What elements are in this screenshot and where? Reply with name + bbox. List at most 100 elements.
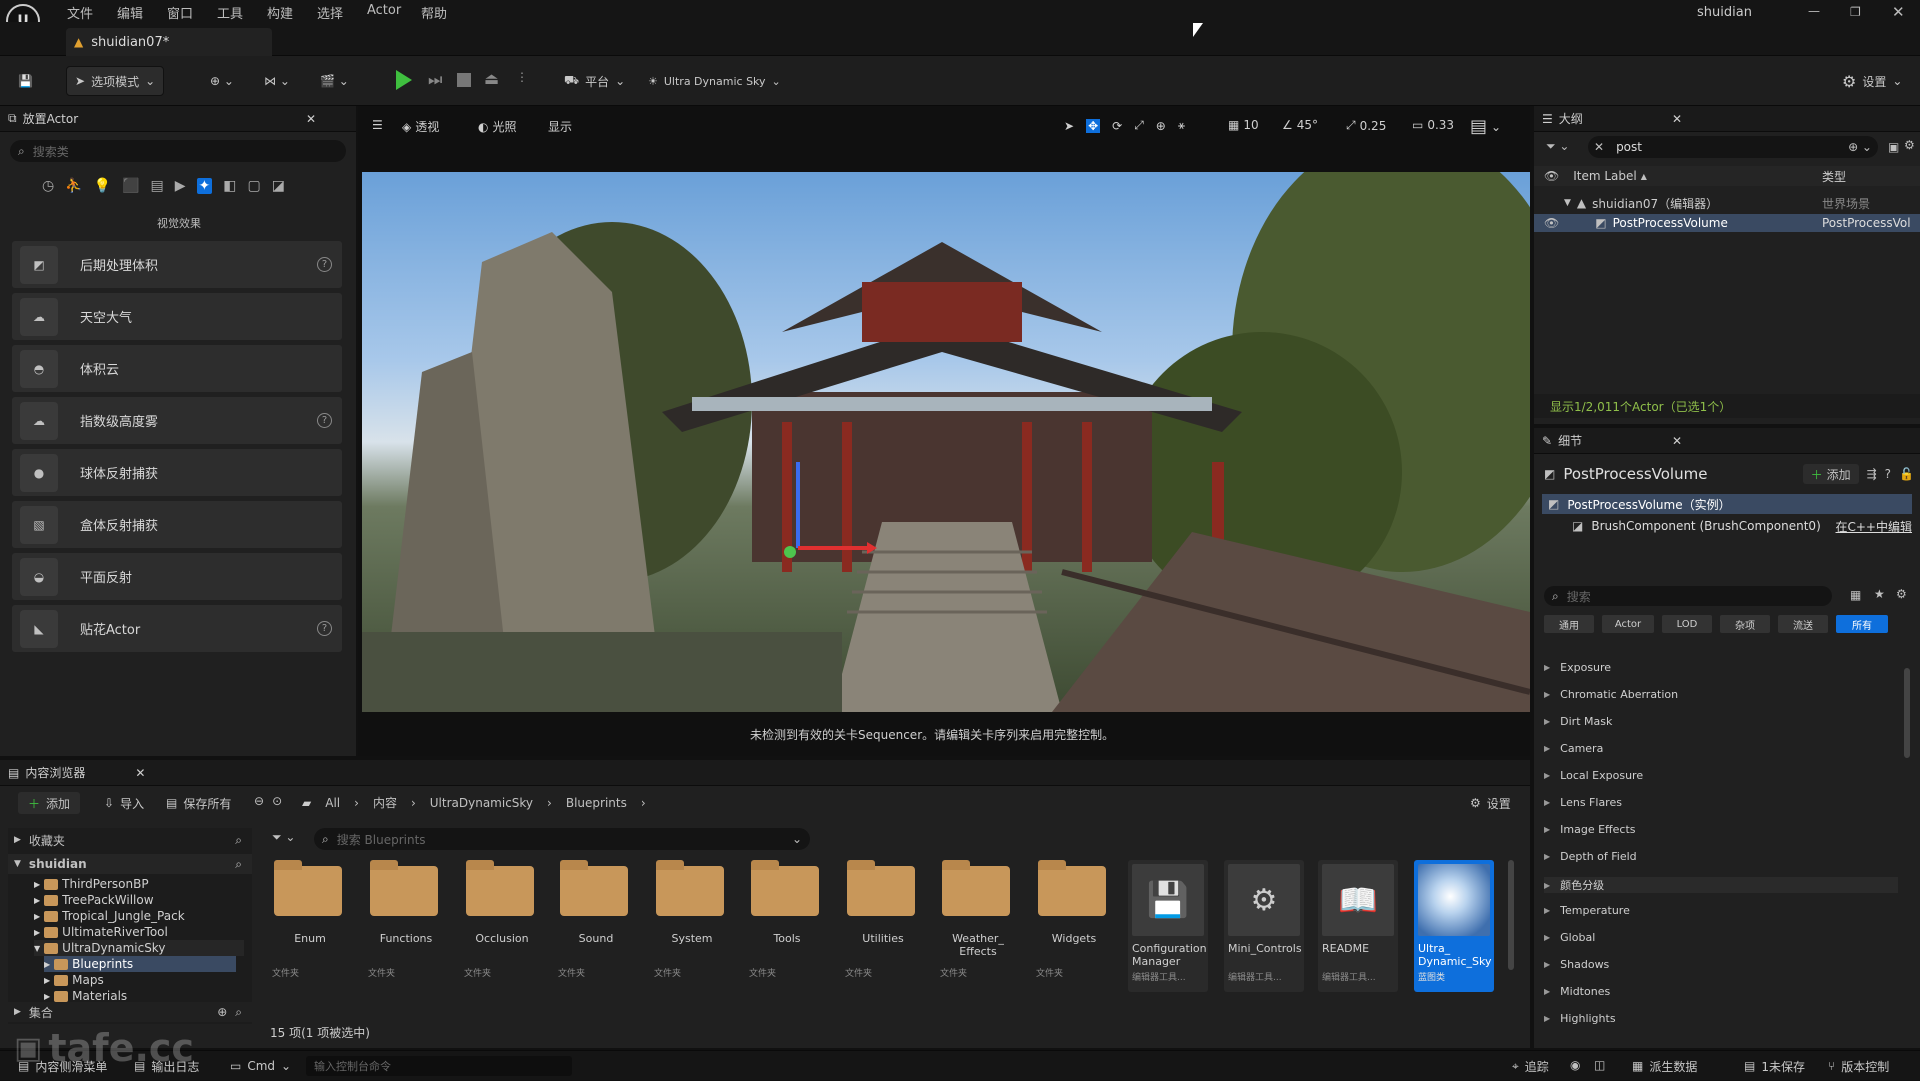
add-content-button[interactable]: ⊕ ⌄ (202, 66, 242, 96)
menu-help[interactable]: 帮助 (421, 3, 447, 22)
unsaved-button[interactable]: ▤ 1未保存 (1736, 1051, 1813, 1081)
category-local-exposure[interactable]: Local Exposure (1544, 769, 1643, 782)
asset-readme[interactable]: 📖 README 编辑器工具... (1318, 860, 1398, 992)
category-camera[interactable]: Camera (1544, 742, 1603, 755)
cmd-button[interactable]: ▭ Cmd ⌄ (222, 1051, 299, 1081)
outliner-search-input[interactable]: ✕ post ⊕ ⌄ (1588, 136, 1878, 158)
cinematics-button[interactable]: 🎬 ⌄ (312, 66, 357, 96)
recent-icon[interactable]: ◷ (42, 178, 54, 194)
version-control-button[interactable]: ⑂ 版本控制 (1820, 1051, 1897, 1081)
search-icon[interactable]: ⌕ (235, 833, 242, 848)
lights-icon[interactable]: 💡 (94, 178, 111, 194)
camera-speed-button[interactable]: ▭ 0.33 (1412, 118, 1454, 132)
details-scrollbar[interactable] (1904, 668, 1910, 758)
asset-configuration-manager[interactable]: 💾 Configuration_ Manager 编辑器工具... (1128, 860, 1208, 992)
cb-settings-button[interactable]: ⚙ 设置 (1462, 788, 1519, 818)
shapes-icon[interactable]: ⬛ (122, 178, 139, 194)
viewport-menu-icon[interactable]: ☰ (372, 118, 383, 132)
camera-capture-icon[interactable]: ◫ (1594, 1058, 1605, 1072)
close-icon[interactable]: ✕ (1892, 3, 1905, 21)
more-options-icon[interactable]: ⋮ (516, 70, 528, 84)
mode-select-button[interactable]: ➤ 选项模式 ⌄ (66, 66, 165, 96)
help-icon[interactable]: ? (317, 621, 332, 636)
restore-icon[interactable]: ❐ (1850, 5, 1861, 19)
root-row[interactable]: ▼ shuidian ⌕ (8, 854, 252, 874)
filter-tab-general[interactable]: 通用 (1544, 615, 1594, 633)
filter-tab-streaming[interactable]: 流送 (1778, 615, 1828, 633)
folder-occlusion[interactable]: Occlusion 文件夹 (456, 860, 548, 985)
viewport[interactable]: ☰ ◈ 透视 ◐ 光照 显示 ➤ ✥ ⟳ ⤢ ⊕ ⚹ ▦ 10 ∠ 45° ⤢ 0.25 … (358, 106, 1530, 756)
record-icon[interactable]: ◉ (1570, 1058, 1580, 1072)
media-icon[interactable]: ▶ (175, 178, 186, 194)
details-search-input[interactable]: ⌕ 搜索 (1544, 586, 1832, 606)
folder-tools[interactable]: Tools 文件夹 (741, 860, 833, 985)
asset-ultra-dynamic-sky[interactable]: Ultra_ Dynamic_Sky 蓝图类 (1414, 860, 1494, 992)
new-folder-icon[interactable]: ▣ (1888, 140, 1899, 154)
breadcrumb-ultradynamicsky[interactable]: UltraDynamicSky (430, 796, 533, 810)
category-global[interactable]: Global (1544, 931, 1595, 944)
show-button[interactable]: 显示 (548, 118, 572, 135)
menu-build[interactable]: 构建 (267, 3, 293, 22)
search-icon[interactable]: ⌕ (235, 857, 242, 872)
eject-icon[interactable]: ⏏ (484, 69, 499, 88)
settings-button[interactable]: ⚙ 设置 ⌄ (1834, 66, 1910, 96)
menu-tools[interactable]: 工具 (217, 3, 243, 22)
folder-system[interactable]: System 文件夹 (646, 860, 738, 985)
details-settings-icon[interactable]: ⚙ (1896, 587, 1907, 601)
help-icon[interactable]: ? (1885, 467, 1891, 481)
world-space-icon[interactable]: ⊕ (1156, 119, 1166, 133)
console-input[interactable]: 输入控制台命令 (306, 1056, 572, 1076)
save-icon[interactable]: 💾 (10, 66, 41, 96)
tree-maps[interactable]: ▶ Maps (44, 972, 104, 988)
derived-data-button[interactable]: ▦ 派生数据 (1624, 1051, 1705, 1081)
lighting-button[interactable]: ◐ 光照 (478, 118, 517, 135)
menu-select[interactable]: 选择 (317, 3, 343, 22)
lock-icon[interactable]: 🔓 (1899, 467, 1914, 481)
asset-mini-controls[interactable]: ⚙ Mini_Controls 编辑器工具... (1224, 860, 1304, 992)
component-brush-row[interactable]: ◪ BrushComponent (BrushComponent0) 在C++中… (1542, 516, 1912, 536)
actor-item-planar-reflection[interactable]: ◒ 平面反射 (12, 553, 342, 600)
asset-scrollbar[interactable] (1508, 860, 1514, 970)
scale-tool-icon[interactable]: ⤢ (1134, 118, 1144, 133)
category-temperature[interactable]: Temperature (1544, 904, 1630, 917)
outliner-settings-icon[interactable]: ⚙ (1904, 138, 1915, 152)
folder-enum[interactable]: Enum 文件夹 (264, 860, 356, 985)
geometry-icon[interactable]: ◧ (223, 178, 236, 194)
category-chromatic-aberration[interactable]: Chromatic Aberration (1544, 688, 1678, 701)
menu-file[interactable]: 文件 (67, 3, 93, 22)
volumes-icon[interactable]: ▢ (248, 178, 261, 194)
platform-button[interactable]: ⛟ 平台 ⌄ (556, 66, 633, 96)
close-icon[interactable]: ✕ (135, 766, 145, 780)
add-collection-icon[interactable]: ⊕ (217, 1005, 227, 1019)
expand-icon[interactable]: ▼ (1564, 198, 1571, 208)
play-icon[interactable] (396, 70, 412, 90)
actor-item-sky-atmosphere[interactable]: ☁ 天空大气 (12, 293, 342, 340)
menu-edit[interactable]: 编辑 (117, 3, 143, 22)
asset-filter-icon[interactable]: ⏷ ⌄ (272, 830, 295, 845)
close-icon[interactable]: ✕ (1672, 112, 1682, 126)
favorite-icon[interactable]: ★ (1874, 587, 1885, 601)
add-component-button[interactable]: ＋ 添加 (1802, 464, 1859, 484)
basic-icon[interactable]: ⛹ (65, 178, 82, 194)
breadcrumb-blueprints[interactable]: Blueprints (566, 796, 627, 810)
breadcrumb-all[interactable]: All (325, 796, 340, 810)
minimize-icon[interactable]: — (1808, 4, 1820, 18)
menu-window[interactable]: 窗口 (167, 3, 193, 22)
column-item-label[interactable]: Item Label (1573, 169, 1637, 183)
category-lens-flares[interactable]: Lens Flares (1544, 796, 1622, 809)
cb-save-all-button[interactable]: ▤ 保存所有 (158, 788, 239, 818)
stop-icon[interactable] (457, 73, 471, 87)
actor-item-volumetric-cloud[interactable]: ◓ 体积云 (12, 345, 342, 392)
category-dirt-mask[interactable]: Dirt Mask (1544, 715, 1612, 728)
cb-import-button[interactable]: ⇩ 导入 (96, 788, 152, 818)
edit-in-cpp-link[interactable]: 在C++中编辑 (1836, 518, 1913, 535)
tree-blueprints[interactable]: ▶ Blueprints (44, 956, 236, 972)
column-type[interactable]: 类型 (1822, 168, 1846, 185)
actor-item-sphere-reflection[interactable]: ● 球体反射捕获 (12, 449, 342, 496)
layout-button[interactable]: ▤ ⌄ (1470, 116, 1501, 137)
rotation-snap-button[interactable]: ∠ 45° (1282, 118, 1318, 132)
folder-utilities[interactable]: Utilities 文件夹 (837, 860, 929, 985)
close-icon[interactable]: ✕ (1672, 434, 1682, 448)
actor-item-height-fog[interactable]: ☁ 指数级高度雾? (12, 397, 342, 444)
trace-button[interactable]: ⌖ 追踪 (1504, 1051, 1557, 1081)
